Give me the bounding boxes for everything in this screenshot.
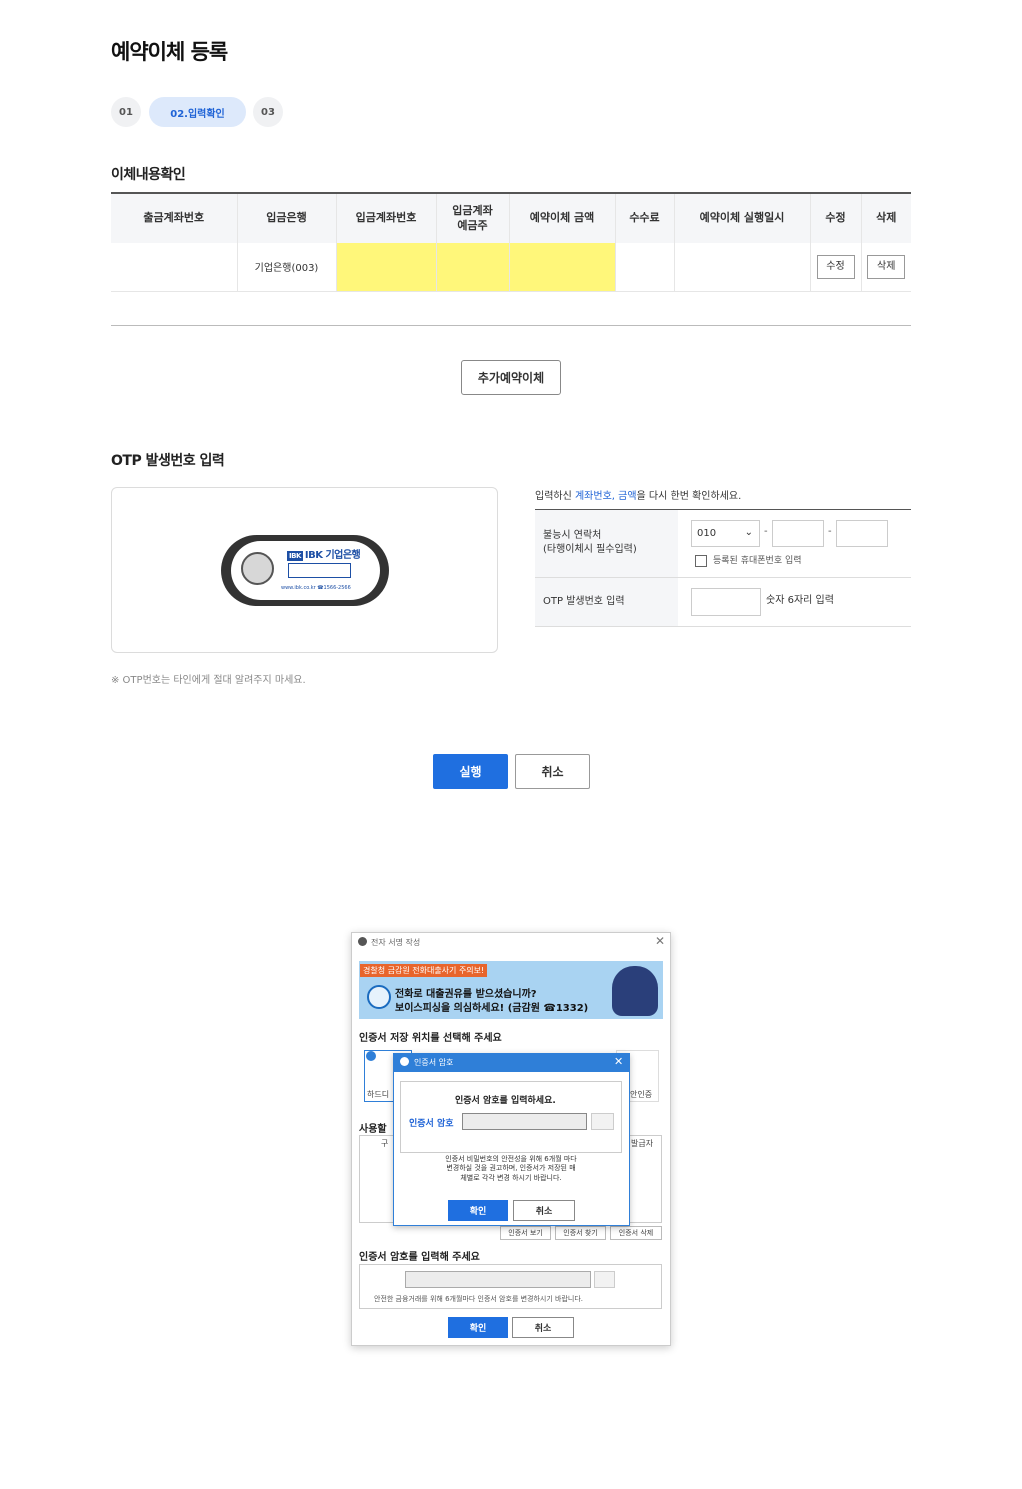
banner-line1: 전화로 대출권유를 받으셨습니까? [395,989,537,1000]
cell-bank: 기업은행(003) [236,243,336,292]
cancel-button[interactable]: 취소 [515,754,590,789]
otp-device-url: www.ibk.co.kr ☎1566-2566 [281,585,351,591]
cert-password-input[interactable] [405,1271,591,1288]
add-scheduled-transfer-button[interactable]: 추가예약이체 [461,360,561,395]
keyboard-icon[interactable] [594,1271,615,1288]
phone-dash-2: - [828,526,832,537]
confirm-message: 입력하신 계좌번호, 금액을 다시 한번 확인하세요. [535,487,741,502]
otp-warning-note: ※ OTP번호는 타인에게 절대 알려주지 마세요. [111,675,306,686]
popup-heading: 인증서 암호를 입력하세요. [455,1096,556,1106]
phone-icon [367,985,391,1009]
cert-use-title: 사용할 [359,1124,387,1135]
cert-col-issuer: 발급자 [631,1139,654,1148]
close-icon[interactable]: ✕ [655,934,665,948]
col-fee: 수수료 [614,192,674,243]
phone-label-line1: 불능시 연락처 [543,530,602,541]
cert-find-button[interactable]: 인증서 찾기 [555,1226,606,1240]
otp-device-screen [288,563,351,578]
otp-input-label: OTP 발생번호 입력 [543,596,625,607]
phone-label-line2: (타행이체시 필수입력) [543,544,637,555]
cell-withdraw-account [111,243,237,292]
phone-prefix-value: 010 [697,528,717,539]
signature-dialog-title: 전자 서명 작성 [371,938,421,947]
otp-section-title: OTP 발생번호 입력 [111,453,225,469]
cell-fee [614,243,674,292]
chevron-down-icon: ⌄ [744,527,753,538]
popup-cancel-button[interactable]: 취소 [513,1200,575,1221]
phone-last-input[interactable] [836,520,888,547]
section-divider [111,325,911,326]
cell-datetime [673,243,810,292]
col-delete: 삭제 [860,192,911,243]
phone-label: 불능시 연락처 (타행이체시 필수입력) [543,529,637,557]
col-edit: 수정 [809,192,861,243]
ibk-logo: IBK IBK 기업은행 [287,550,361,561]
otp-brand-text: IBK 기업은행 [304,550,361,561]
cert-password-note: 안전한 금융거래를 위해 6개월마다 인증서 암호를 변경하시기 바랍니다. [374,1295,584,1303]
popup-app-icon [400,1057,409,1066]
step-2-current: 02.입력확인 [149,97,246,127]
popup-note: 인증서 비밀번호의 안전성을 위해 6개월 마다 변경하실 것을 권고하며, 인… [400,1155,622,1183]
cert-col-left: 구 [381,1139,389,1148]
cell-deposit-account [335,243,436,292]
table-header-row: 출금계좌번호 입금은행 입금계좌번호 입금계좌 예금주 예약이체 금액 수수료 … [111,192,911,243]
popup-password-input[interactable] [462,1113,587,1130]
cell-edit: 수정 [809,243,861,292]
banner-tag: 경찰청 금감원 전화대출사기 주의보! [360,964,488,977]
col-deposit-bank: 입금은행 [236,192,336,243]
otp-number-input[interactable] [691,588,761,616]
col-withdraw-account: 출금계좌번호 [111,192,237,243]
confirm-msg-prefix: 입력하신 [535,491,575,502]
otp-input-hint: 숫자 6자리 입력 [766,595,834,606]
cell-amount [508,243,615,292]
registered-phone-checkbox[interactable] [695,555,707,567]
run-button[interactable]: 실행 [433,754,508,789]
location-secure-label: 안인증 [630,1090,653,1099]
step-3: 03 [253,97,283,127]
popup-keyboard-icon[interactable] [591,1113,614,1130]
check-icon [366,1051,376,1061]
dialog-ok-button[interactable]: 확인 [448,1317,508,1338]
delete-button[interactable]: 삭제 [867,254,906,279]
confirm-msg-highlight: 계좌번호, 금액 [574,491,637,502]
page-title: 예약이체 등록 [111,40,228,64]
popup-close-icon[interactable]: ✕ [614,1055,623,1068]
col-execution-datetime: 예약이체 실행일시 [673,192,810,243]
dialog-cancel-button[interactable]: 취소 [512,1317,574,1338]
cert-view-button[interactable]: 인증서 보기 [500,1226,551,1240]
app-icon [358,937,367,946]
col-amount: 예약이체 금액 [508,192,615,243]
table-row: 기업은행(003) 수정 삭제 [111,243,911,292]
transfer-table: 출금계좌번호 입금은행 입금계좌번호 입금계좌 예금주 예약이체 금액 수수료 … [111,192,911,292]
cell-holder [435,243,509,292]
phone-middle-input[interactable] [772,520,824,547]
popup-field-label: 인증서 암호 [409,1119,454,1129]
popup-title: 인증서 암호 [414,1058,454,1067]
popup-note-line3: 체별로 각각 변경 하시기 바랍니다. [460,1173,562,1182]
otp-device-button [241,552,274,585]
popup-ok-button[interactable]: 확인 [448,1200,508,1221]
banner-line2: 보이스피싱을 의심하세요! (금감원 ☎1332) [395,1003,589,1014]
confirm-msg-suffix: 을 다시 한번 확인하세요. [636,491,742,502]
cert-location-title: 인증서 저장 위치를 선택해 주세요 [359,1033,502,1044]
col-account-holder: 입금계좌 예금주 [435,192,509,243]
col-deposit-account: 입금계좌번호 [335,192,436,243]
phone-prefix-select[interactable]: 010 ⌄ [691,520,760,547]
cell-delete: 삭제 [860,243,911,292]
cert-delete-button[interactable]: 인증서 삭제 [610,1226,662,1240]
location-harddisk-label: 하드디 [367,1090,390,1099]
registered-phone-label: 등록된 휴대폰번호 입력 [713,556,802,566]
edit-button[interactable]: 수정 [816,254,855,279]
popup-note-line2: 변경하실 것을 권고하며, 인증서가 저장된 매 [446,1164,576,1173]
transfer-section-title: 이체내용확인 [111,167,186,183]
cert-password-title: 인증서 암호를 입력해 주세요 [359,1252,480,1263]
police-mascot-icon [612,966,658,1016]
step-1: 01 [111,97,141,127]
phone-dash-1: - [764,526,768,537]
